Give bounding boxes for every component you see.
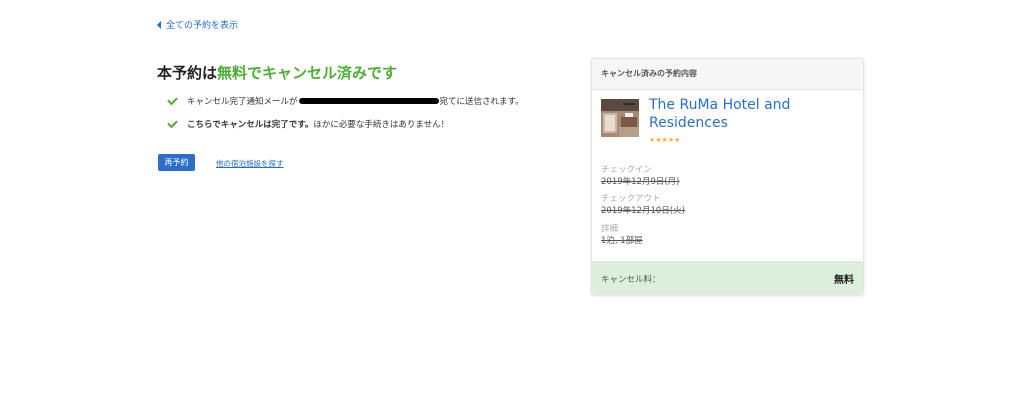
details-value: 1泊, 1部屋 [601, 236, 643, 246]
cancellation-fee-label: キャンセル料： [601, 275, 661, 285]
rebook-button[interactable]: 再予約 [158, 154, 195, 171]
hotel-name-link[interactable]: The RuMa Hotel and Residences [649, 96, 849, 132]
notice-email-sent: キャンセル完了通知メールが 宛てに送信されます。 [167, 94, 524, 107]
cancelled-booking-card: キャンセル済みの予約内容 The RuMa Hotel and Residenc… [591, 58, 864, 295]
notice-cancel-complete: こちらでキャンセルは完了です。 ほかに必要な手続きはありません！ [167, 117, 450, 130]
notice-complete-strong: こちらでキャンセルは完了です。 [187, 120, 314, 130]
find-other-properties-link[interactable]: 他の宿泊施設を探す [216, 158, 284, 169]
notice-email-after: 宛てに送信されます。 [439, 97, 524, 107]
check-icon [167, 117, 178, 129]
page-title: 本予約は無料でキャンセル済みです [157, 62, 397, 83]
notice-email-before: キャンセル完了通知メールが [187, 97, 298, 107]
redacted-email [298, 98, 439, 104]
caret-left-icon [157, 20, 161, 29]
checkout-label: チェックアウト [601, 194, 661, 204]
star-rating: ★★★★★ [649, 136, 681, 144]
card-header: キャンセル済みの予約内容 [592, 59, 863, 90]
details-label: 詳細 [601, 224, 619, 234]
checkout-value: 2019年12月10日(火) [601, 206, 685, 216]
check-icon [167, 94, 178, 106]
checkin-value: 2019年12月9日(月) [601, 177, 680, 187]
cancellation-fee-value: 無料 [834, 275, 854, 286]
back-to-all-bookings-link[interactable]: 全ての予約を表示 [157, 18, 238, 31]
checkin-label: チェックイン [601, 165, 653, 175]
hotel-room-image [601, 99, 639, 137]
title-prefix: 本予約は [157, 64, 218, 82]
back-link-label: 全ての予約を表示 [166, 21, 239, 31]
notice-complete-rest: ほかに必要な手続きはありません！ [313, 120, 450, 130]
cancellation-fee-row: キャンセル料： 無料 [592, 261, 863, 294]
title-highlight: 無料でキャンセル済みです [217, 64, 398, 82]
hotel-thumbnail [601, 99, 639, 137]
